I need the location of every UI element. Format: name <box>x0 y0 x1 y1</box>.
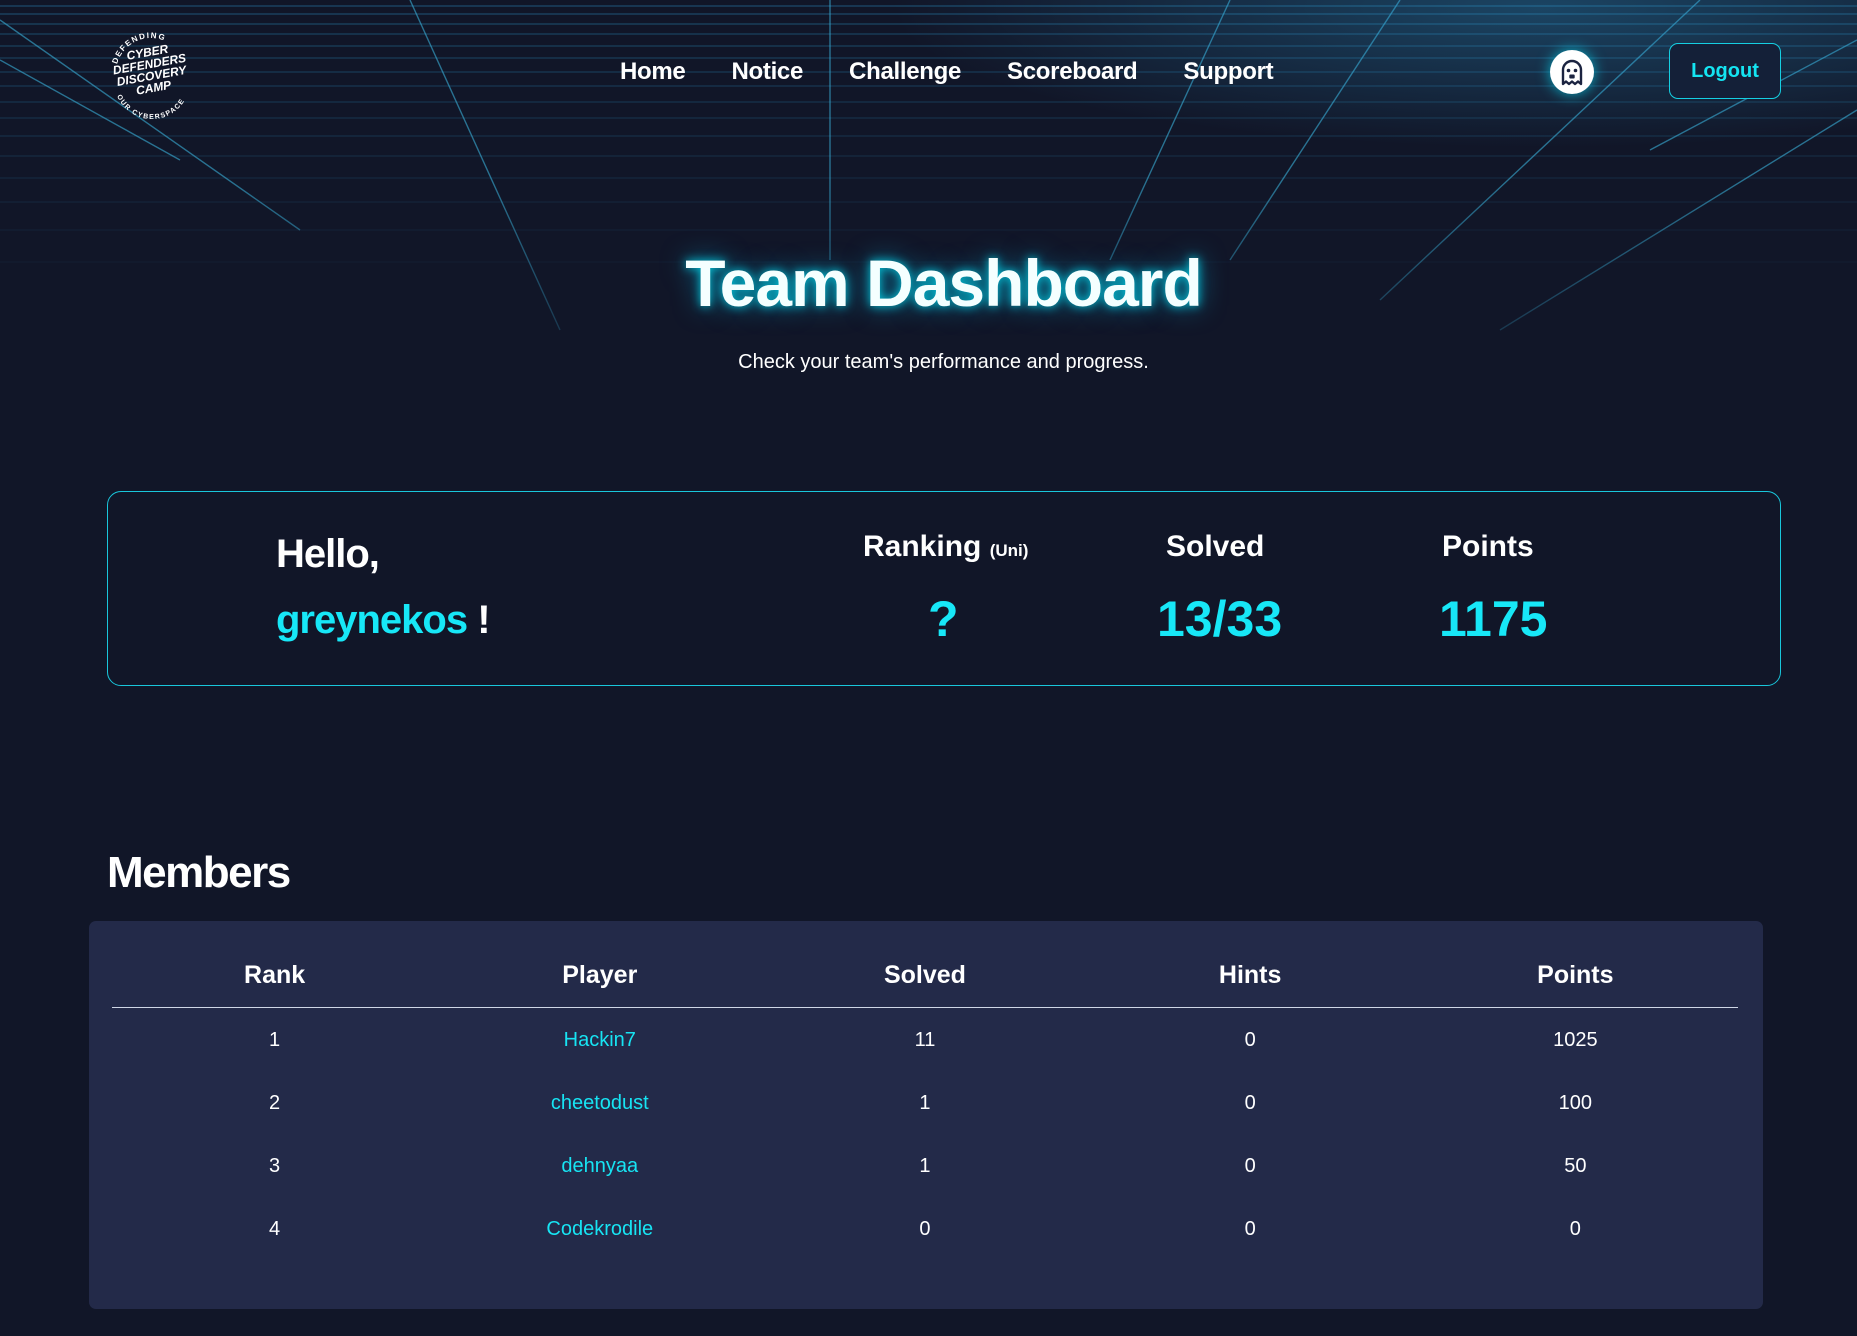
members-table: Rank Player Solved Hints Points 1 Hackin… <box>112 921 1738 1260</box>
svg-text:OUR CYBERSPACE: OUR CYBERSPACE <box>115 94 186 121</box>
team-name: greynekos <box>276 598 468 642</box>
cell-solved: 11 <box>914 1029 936 1051</box>
nav-home[interactable]: Home <box>600 52 708 92</box>
logout-button[interactable]: Logout <box>1669 43 1781 99</box>
column-header-solved: Solved <box>883 961 966 989</box>
main-nav: Home Notice Challenge Scoreboard Support <box>600 52 1296 92</box>
cell-solved: 0 <box>919 1218 931 1240</box>
ranking-scope: (Uni) <box>989 541 1029 560</box>
profile-avatar-button[interactable] <box>1550 50 1594 94</box>
player-link[interactable]: dehnyaa <box>437 1134 762 1197</box>
column-header-points: Points <box>1537 961 1614 989</box>
members-heading: Members <box>107 848 291 897</box>
cell-solved: 1 <box>919 1092 931 1114</box>
cell-hints: 0 <box>1244 1092 1256 1114</box>
table-row: 3 dehnyaa 1 0 50 <box>112 1134 1738 1197</box>
cyber-defenders-logo-icon: DEFENDING OUR CYBERSPACE CYBER DEFENDERS… <box>110 31 188 121</box>
cell-hints: 0 <box>1244 1029 1256 1051</box>
points-label: Points <box>1442 530 1534 563</box>
site-logo[interactable]: DEFENDING OUR CYBERSPACE CYBER DEFENDERS… <box>98 20 204 126</box>
ranking-label-group: Ranking (Uni) <box>863 530 1028 564</box>
column-header-rank: Rank <box>244 961 306 989</box>
cell-points: 50 <box>1564 1155 1587 1177</box>
solved-value: 13/33 <box>1157 591 1283 647</box>
nav-scoreboard[interactable]: Scoreboard <box>984 52 1160 92</box>
table-row: 4 Codekrodile 0 0 0 <box>112 1197 1738 1260</box>
nav-notice[interactable]: Notice <box>708 52 826 92</box>
logo-ring-bottom: OUR CYBERSPACE <box>115 94 185 121</box>
greeting: Hello, <box>276 532 380 576</box>
player-link[interactable]: Hackin7 <box>437 1008 762 1071</box>
ranking-label: Ranking <box>863 530 982 563</box>
page-subtitle: Check your team's performance and progre… <box>738 351 1149 373</box>
table-row: 2 cheetodust 1 0 100 <box>112 1071 1738 1134</box>
cell-points: 0 <box>1569 1218 1581 1240</box>
cell-points: 1025 <box>1553 1029 1598 1051</box>
cell-rank: 2 <box>269 1092 281 1114</box>
solved-label: Solved <box>1166 530 1265 563</box>
table-row: 1 Hackin7 11 0 1025 <box>112 1008 1738 1071</box>
members-table-card: Rank Player Solved Hints Points 1 Hackin… <box>89 921 1763 1309</box>
player-link[interactable]: cheetodust <box>437 1071 762 1134</box>
team-name-line: greynekos ! <box>276 598 491 643</box>
cell-rank: 4 <box>269 1218 281 1240</box>
column-header-player: Player <box>562 961 638 989</box>
greeting-exclaim: ! <box>477 598 490 642</box>
cell-hints: 0 <box>1244 1155 1256 1177</box>
cell-rank: 1 <box>269 1029 281 1051</box>
team-stats-card: Hello, greynekos ! Ranking (Uni) ? Solve… <box>107 491 1781 686</box>
ghost-icon <box>1561 59 1583 86</box>
ranking-value: ? <box>928 591 959 647</box>
points-value: 1175 <box>1439 591 1548 647</box>
cell-solved: 1 <box>919 1155 931 1177</box>
cell-hints: 0 <box>1244 1218 1256 1240</box>
cell-points: 100 <box>1558 1092 1593 1114</box>
column-header-hints: Hints <box>1218 961 1282 989</box>
nav-support[interactable]: Support <box>1160 52 1296 92</box>
table-header: Rank Player Solved Hints Points <box>112 921 1738 1008</box>
player-link[interactable]: Codekrodile <box>437 1197 762 1260</box>
page-title: Team Dashboard <box>685 246 1203 320</box>
cell-rank: 3 <box>269 1155 281 1177</box>
nav-challenge[interactable]: Challenge <box>826 52 984 92</box>
